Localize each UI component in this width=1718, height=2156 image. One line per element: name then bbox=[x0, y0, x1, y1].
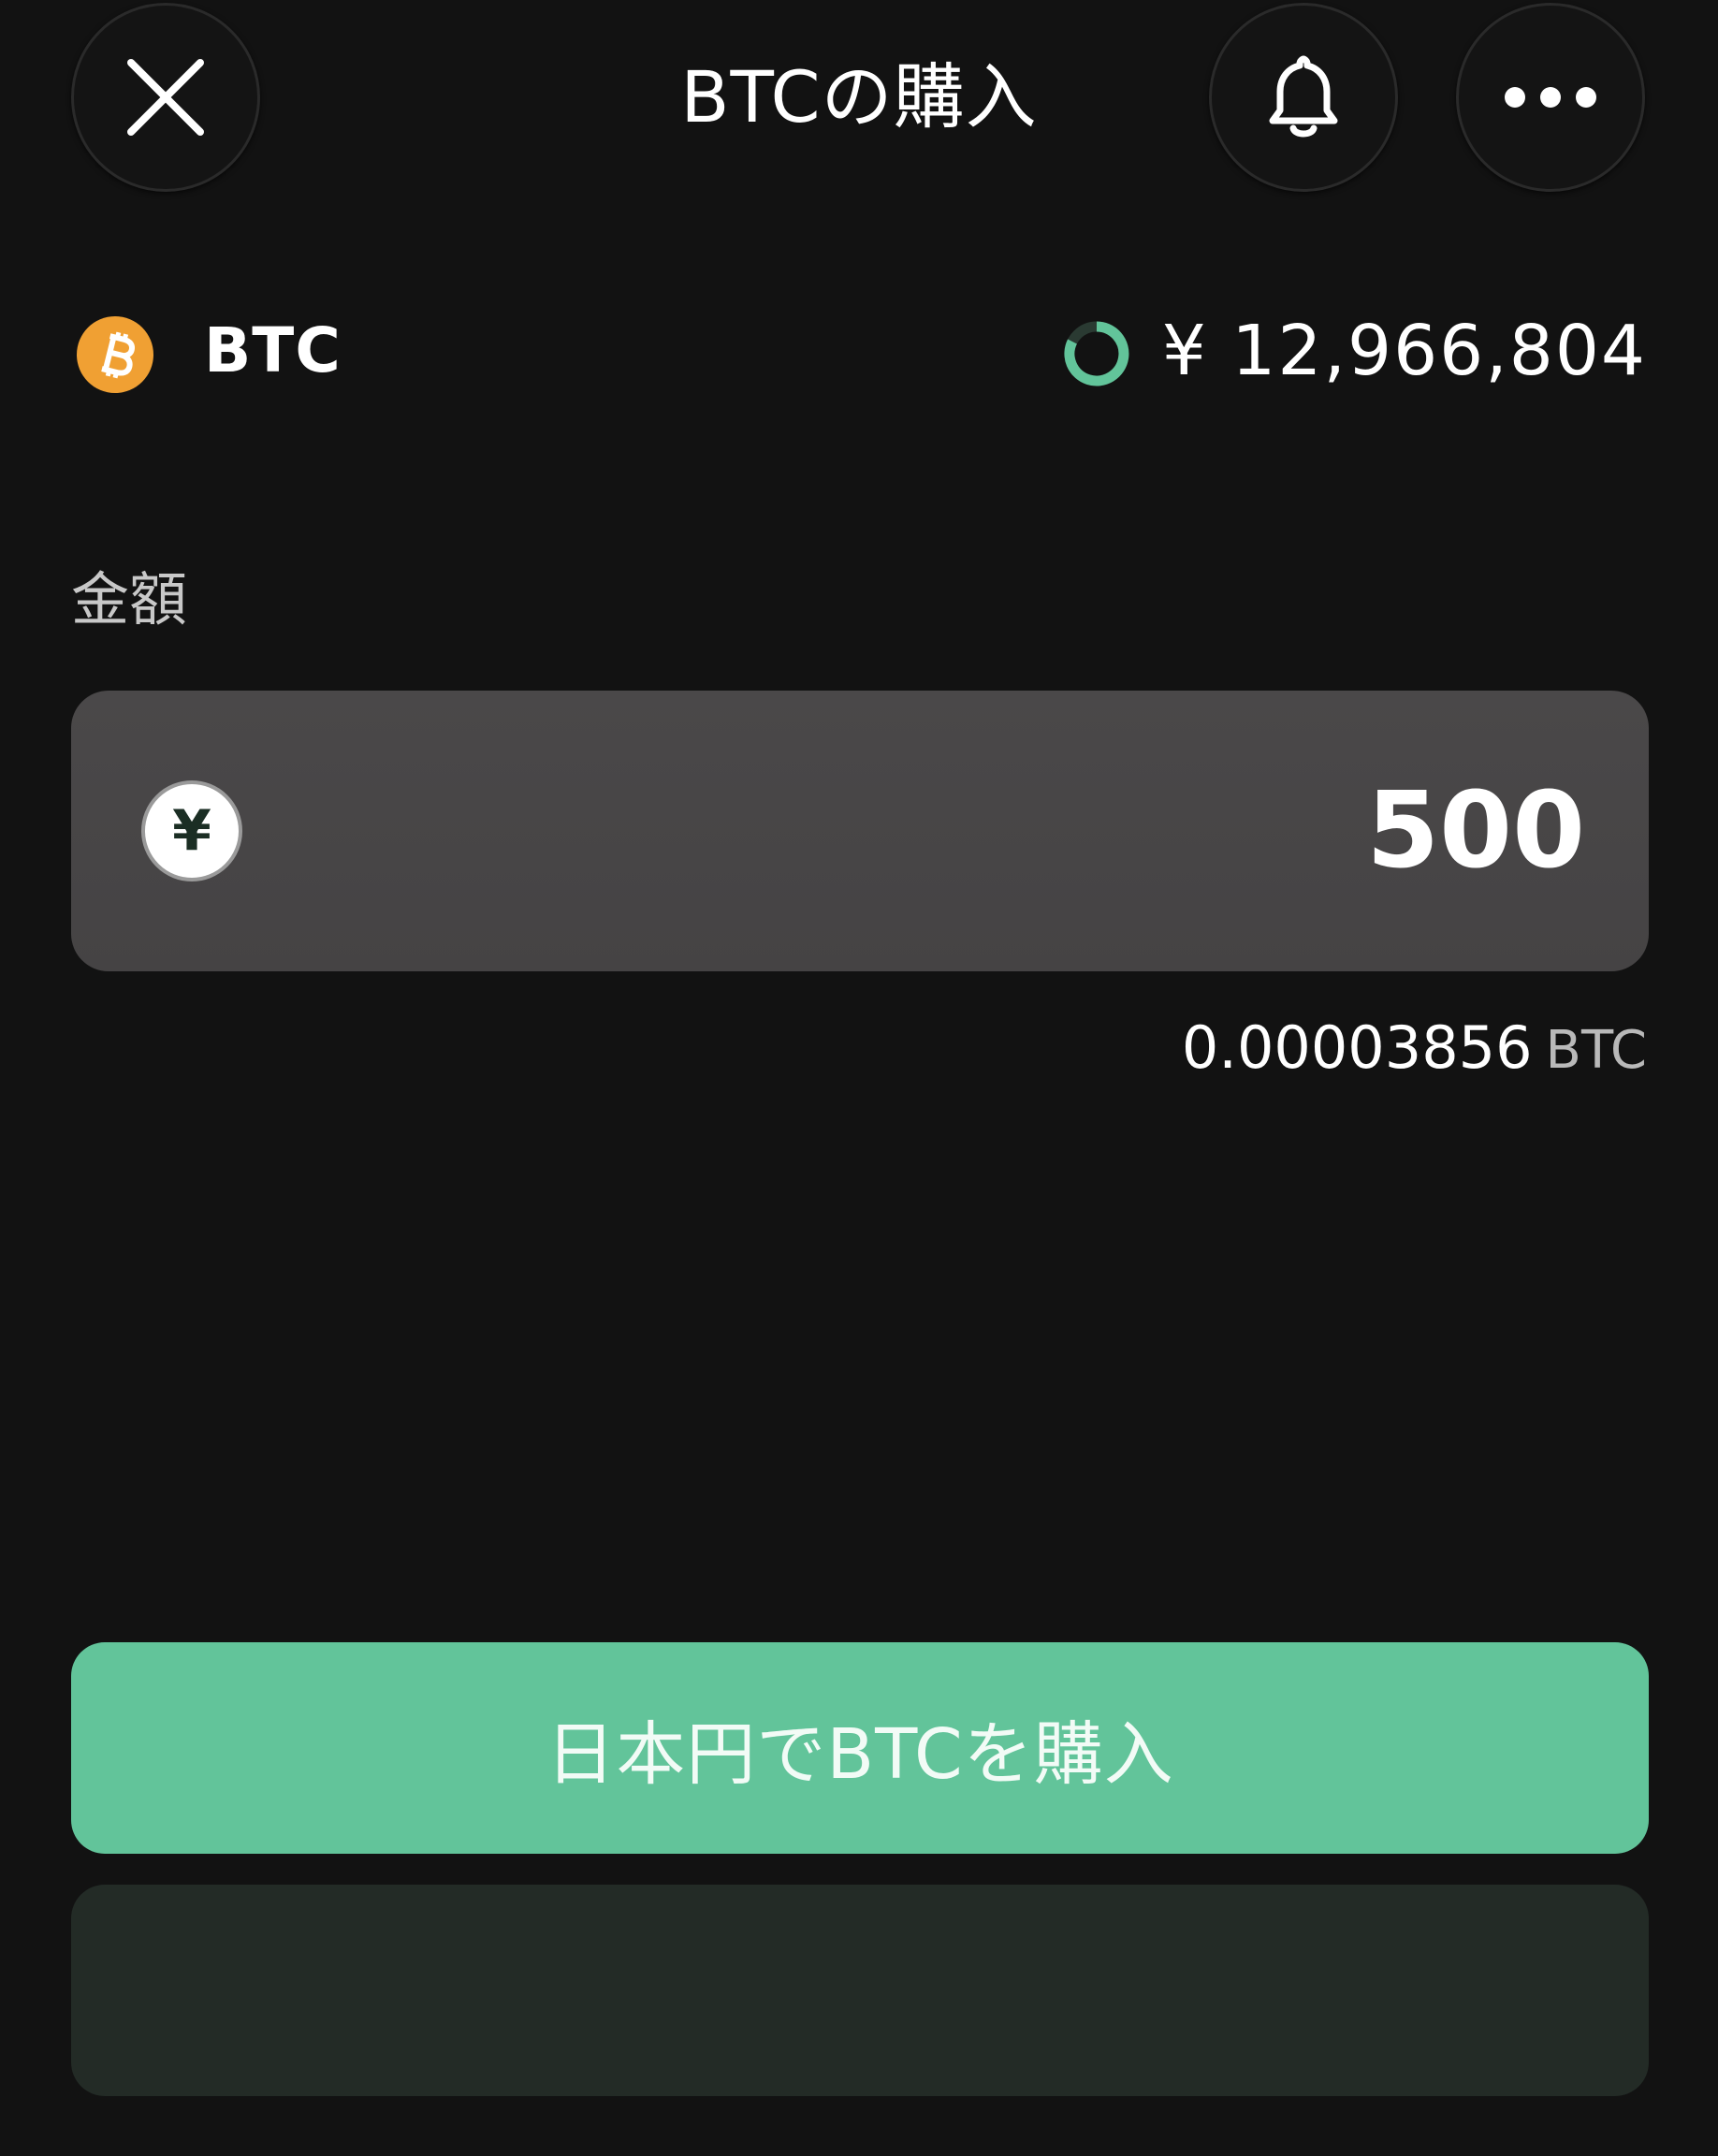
secondary-button[interactable] bbox=[71, 1885, 1649, 2096]
refresh-progress-icon[interactable] bbox=[1061, 318, 1132, 389]
asset-price: ¥ 12,966,804 bbox=[1161, 311, 1647, 391]
close-button[interactable] bbox=[71, 3, 260, 192]
converted-value: 0.00003856 bbox=[1181, 1013, 1533, 1082]
page-title: BTCの購入 bbox=[680, 55, 1038, 138]
amount-label: 金額 bbox=[71, 565, 188, 634]
notification-button[interactable] bbox=[1209, 3, 1398, 192]
converted-unit: BTC bbox=[1545, 1020, 1647, 1081]
bell-icon bbox=[1269, 55, 1338, 138]
yen-coin-icon: ¥ bbox=[141, 780, 242, 881]
amount-input[interactable] bbox=[743, 765, 1585, 896]
more-options-button[interactable] bbox=[1456, 3, 1645, 192]
asset-name: BTC bbox=[204, 314, 342, 386]
amount-input-box[interactable]: ¥ bbox=[71, 691, 1649, 971]
more-icon bbox=[1505, 87, 1596, 108]
converted-amount: 0.00003856 BTC bbox=[1182, 1003, 1647, 1093]
close-icon bbox=[127, 59, 204, 136]
bitcoin-icon bbox=[77, 316, 153, 393]
buy-button[interactable]: 日本円でBTCを購入 bbox=[71, 1642, 1649, 1854]
